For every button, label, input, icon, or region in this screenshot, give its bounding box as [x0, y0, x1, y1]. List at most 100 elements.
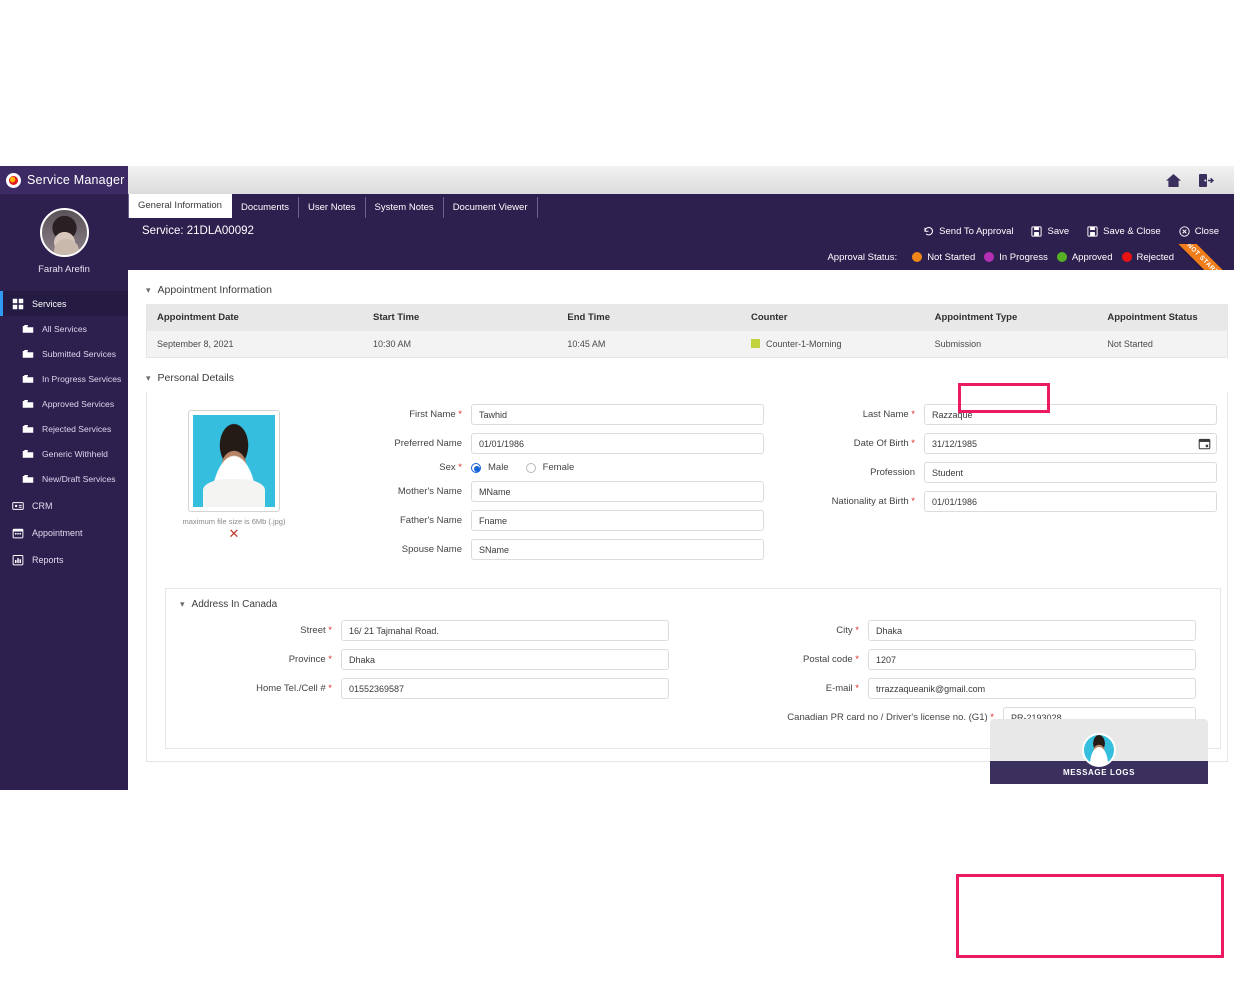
city-input[interactable]	[868, 620, 1196, 641]
message-logs-label: MESSAGE LOGS	[1062, 768, 1136, 777]
sidebar-item-reports[interactable]: Reports	[0, 547, 128, 572]
preferred-name-input[interactable]	[471, 433, 764, 454]
tab-documents[interactable]: Documents	[232, 197, 300, 218]
email-input[interactable]	[868, 678, 1196, 699]
delete-x-icon[interactable]: ✕	[147, 527, 321, 540]
sidebar-item-all-services[interactable]: All Services	[0, 316, 128, 341]
home-icon[interactable]	[1165, 173, 1182, 188]
sidebar-item-new-draft-services[interactable]: New/Draft Services	[0, 466, 128, 491]
street-input[interactable]	[341, 620, 669, 641]
grid-icon	[12, 298, 24, 309]
sidebar-item-generic-withheld[interactable]: Generic Withheld	[0, 441, 128, 466]
calendar-picker-icon[interactable]	[1198, 437, 1211, 450]
message-logs-widget[interactable]: MESSAGE LOGS	[990, 719, 1208, 784]
table-row[interactable]: September 8, 2021 10:30 AM 10:45 AM Coun…	[147, 331, 1227, 357]
spacer-cell	[166, 707, 693, 728]
address-section-title: Address In Canada	[191, 599, 278, 610]
cell-start-time: 10:30 AM	[363, 331, 558, 357]
personal-details-section-header[interactable]: ▾ Personal Details	[128, 358, 1234, 392]
personal-details-section-title: Personal Details	[157, 372, 234, 384]
folder-icon	[22, 374, 34, 383]
sidebar-item-submitted-services[interactable]: Submitted Services	[0, 341, 128, 366]
required-marker: *	[855, 625, 859, 636]
application-window: Service Manager Farah Arefin Services Al…	[0, 166, 1234, 958]
col-appointment-date: Appointment Date	[147, 304, 363, 331]
sidebar-item-label: CRM	[32, 500, 53, 511]
close-button[interactable]: Close	[1170, 218, 1228, 244]
field-label: Last Name *	[862, 409, 915, 420]
tab-general-information[interactable]: General Information	[128, 194, 232, 218]
brand-bar: Service Manager	[0, 166, 128, 194]
applicant-photo-frame[interactable]	[188, 410, 280, 512]
postal-code-input[interactable]	[868, 649, 1196, 670]
sidebar-item-services[interactable]: Services	[0, 291, 128, 316]
sidebar-item-label: Appointment	[32, 527, 83, 538]
field-label: Father's Name	[399, 515, 462, 526]
field-fathers-name: Father's Name	[321, 510, 774, 531]
sidebar: Service Manager Farah Arefin Services Al…	[0, 166, 128, 790]
field-label: Canadian PR card no / Driver's license n…	[787, 712, 994, 723]
last-name-input[interactable]	[924, 404, 1217, 425]
sidebar-item-in-progress-services[interactable]: In Progress Services	[0, 366, 128, 391]
field-label: Spouse Name	[401, 544, 462, 555]
service-id: Service: 21DLA00092	[142, 225, 254, 237]
chevron-down-icon: ▾	[146, 284, 151, 295]
personal-fields: First Name * Preferred Name Sex *	[321, 404, 1227, 568]
address-section-header[interactable]: ▾ Address In Canada	[166, 589, 1220, 616]
field-nationality-at-birth: Nationality at Birth *	[774, 491, 1227, 512]
spouse-name-input[interactable]	[471, 539, 764, 560]
field-date-of-birth: Date Of Birth *	[774, 433, 1227, 454]
radio-male[interactable]	[471, 462, 481, 473]
nationality-at-birth-input[interactable]	[924, 491, 1217, 512]
date-of-birth-input[interactable]	[924, 433, 1217, 454]
tab-bar: General Information Documents User Notes…	[128, 194, 1234, 218]
appointment-section-header[interactable]: ▾ Appointment Information	[128, 270, 1234, 304]
avatar	[39, 208, 89, 257]
status-dot-icon	[1056, 252, 1067, 262]
sidebar-item-appointment[interactable]: Appointment	[0, 520, 128, 545]
first-name-input[interactable]	[471, 404, 764, 425]
crm-icon	[12, 501, 24, 510]
profession-input[interactable]	[924, 462, 1217, 483]
sidebar-item-approved-services[interactable]: Approved Services	[0, 391, 128, 416]
folder-icon	[22, 449, 34, 458]
sidebar-item-rejected-services[interactable]: Rejected Services	[0, 416, 128, 441]
home-tel-input[interactable]	[341, 678, 669, 699]
message-logs-header	[990, 719, 1208, 767]
status-legend-approved: Approved	[1056, 252, 1113, 263]
applicant-photo	[193, 415, 275, 507]
status-legend-label: In Progress	[999, 251, 1048, 263]
required-marker: *	[855, 683, 859, 694]
sidebar-profile[interactable]: Farah Arefin	[0, 194, 128, 283]
cell-appointment-date: September 8, 2021	[147, 331, 363, 357]
form-content: ▾ Appointment Information Appointment Da…	[128, 270, 1234, 790]
tab-document-viewer[interactable]: Document Viewer	[444, 197, 538, 218]
folder-icon	[22, 474, 34, 483]
radio-female-label: Female	[542, 462, 575, 473]
folder-icon	[22, 399, 34, 408]
province-input[interactable]	[341, 649, 669, 670]
sidebar-item-crm[interactable]: CRM	[0, 493, 128, 518]
brand-title: Service Manager	[27, 173, 125, 187]
sidebar-item-label: Generic Withheld	[42, 448, 108, 459]
tab-system-notes[interactable]: System Notes	[366, 197, 444, 218]
tab-user-notes[interactable]: User Notes	[299, 197, 366, 218]
cell-end-time: 10:45 AM	[557, 331, 741, 357]
mothers-name-input[interactable]	[471, 481, 764, 502]
logout-icon[interactable]	[1198, 173, 1214, 188]
field-province: Province *	[166, 649, 693, 670]
save-button[interactable]: Save	[1022, 218, 1078, 244]
save-and-close-button[interactable]: Save & Close	[1078, 218, 1170, 244]
required-marker: *	[911, 438, 915, 449]
app-logo-icon	[6, 172, 21, 188]
sidebar-nav: Services All Services Submitted Services…	[0, 291, 128, 572]
fathers-name-input[interactable]	[471, 510, 764, 531]
send-to-approval-button[interactable]: Send To Approval	[914, 218, 1022, 244]
chevron-down-icon: ▾	[180, 599, 185, 609]
folder-icon	[22, 424, 34, 433]
field-street: Street *	[166, 620, 693, 641]
field-profession: Profession	[774, 462, 1227, 483]
required-marker: *	[328, 625, 332, 636]
main-area: General Information Documents User Notes…	[128, 166, 1234, 790]
radio-female[interactable]	[525, 462, 536, 473]
